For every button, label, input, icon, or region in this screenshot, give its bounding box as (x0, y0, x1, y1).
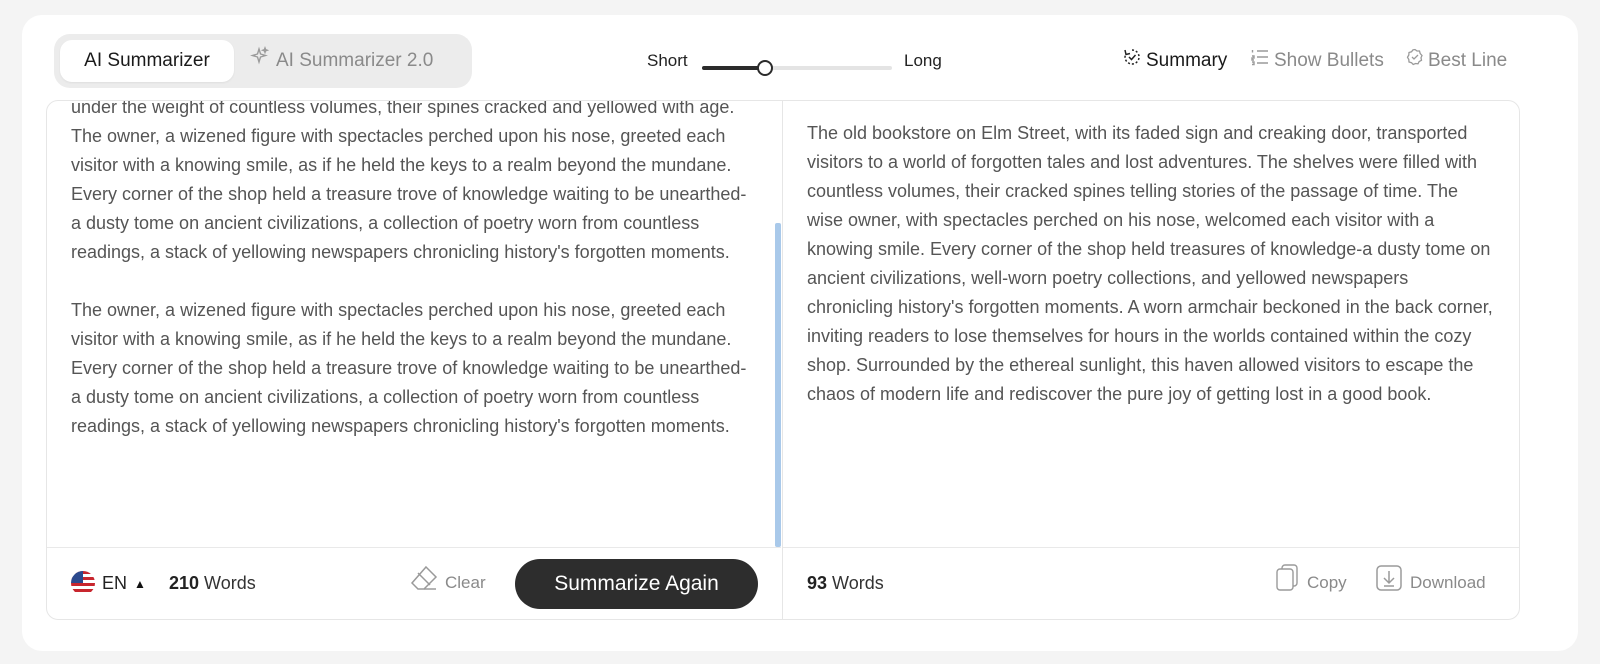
tab-ai-summarizer-2-label: AI Summarizer 2.0 (276, 50, 434, 72)
slider-fill (702, 66, 765, 70)
download-button[interactable]: Download (1374, 564, 1486, 599)
summary-option[interactable]: Summary (1122, 48, 1227, 74)
copy-button-label: Copy (1307, 573, 1347, 592)
best-line-option[interactable]: Best Line (1406, 48, 1507, 74)
download-button-label: Download (1410, 573, 1486, 592)
output-word-count-value: 93 (807, 573, 828, 593)
input-word-count-value: 210 (169, 573, 200, 593)
input-scrollbar[interactable] (775, 223, 781, 547)
input-words-label: Words (204, 573, 256, 593)
editor-panels: under the weight of countless volumes, t… (46, 100, 1520, 620)
sparkle-icon (250, 40, 270, 82)
output-footer-divider (783, 547, 1519, 548)
input-text[interactable]: under the weight of countless volumes, t… (71, 101, 747, 441)
us-flag-icon[interactable] (71, 571, 95, 595)
language-selector[interactable]: EN (102, 573, 127, 594)
caret-up-icon[interactable]: ▲ (134, 577, 146, 591)
output-word-count: 93 Words (807, 573, 884, 594)
input-footer-divider (47, 547, 781, 548)
summary-option-label: Summary (1146, 50, 1228, 71)
tab-ai-summarizer[interactable]: AI Summarizer (60, 40, 234, 82)
bullets-icon (1250, 47, 1270, 75)
clear-button[interactable]: Clear (409, 565, 486, 599)
copy-icon (1273, 563, 1301, 604)
input-text-area[interactable]: under the weight of countless volumes, t… (47, 101, 781, 547)
summarizer-card: AI Summarizer AI Summarizer 2.0 Short Lo… (22, 15, 1578, 651)
length-long-label: Long (904, 51, 942, 70)
output-words-label: Words (832, 573, 884, 593)
best-line-label: Best Line (1428, 50, 1508, 71)
download-icon (1374, 563, 1404, 604)
clear-button-label: Clear (445, 573, 486, 592)
input-panel: under the weight of countless volumes, t… (47, 101, 781, 619)
summarize-again-button[interactable]: Summarize Again (515, 559, 758, 609)
copy-button[interactable]: Copy (1273, 563, 1347, 599)
length-slider[interactable] (702, 60, 892, 76)
tab-ai-summarizer-2[interactable]: AI Summarizer 2.0 (250, 40, 460, 82)
show-bullets-option[interactable]: Show Bullets (1250, 48, 1384, 74)
show-bullets-label: Show Bullets (1274, 50, 1384, 71)
input-word-count: 210 Words (169, 573, 256, 594)
summary-output-text: The old bookstore on Elm Street, with it… (807, 123, 1493, 404)
output-panel: The old bookstore on Elm Street, with it… (782, 101, 1519, 619)
eraser-icon (409, 563, 439, 604)
summary-icon (1122, 47, 1142, 75)
slider-handle[interactable] (756, 60, 773, 76)
mode-switcher: AI Summarizer AI Summarizer 2.0 (54, 34, 472, 88)
badge-check-icon (1406, 48, 1424, 74)
length-short-label: Short (647, 51, 688, 70)
